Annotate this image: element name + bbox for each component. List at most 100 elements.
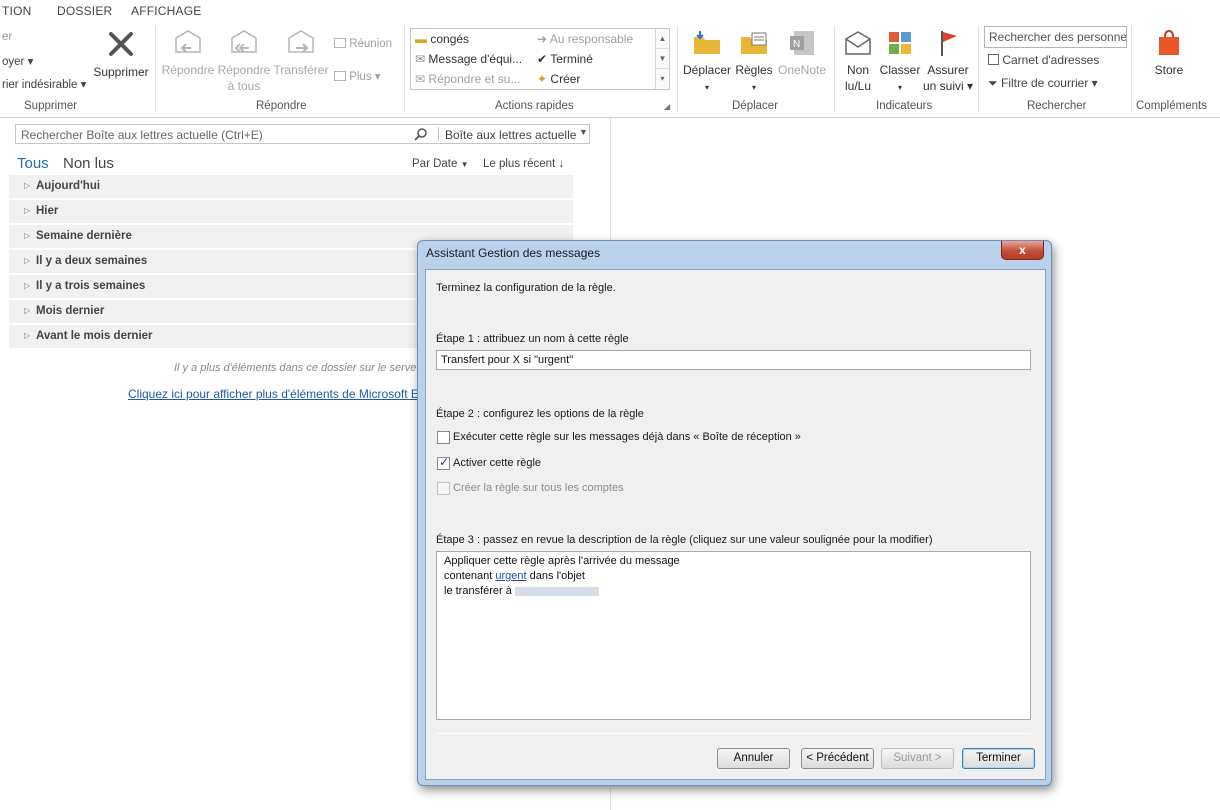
reply-icon [175, 30, 201, 53]
previous-button[interactable]: < Précédent [801, 748, 874, 769]
list-group-header[interactable]: ▷ Hier [9, 200, 573, 224]
address-book-icon [988, 54, 999, 65]
redacted-recipient[interactable] [514, 586, 599, 596]
envelope-icon [845, 31, 871, 55]
step2-label: Étape 2 : configurez les options de la r… [436, 408, 644, 420]
quickstep-reply-delete[interactable]: ✉ Répondre et su... [415, 72, 520, 86]
quickstep-create[interactable]: ✦ Créer [537, 72, 580, 86]
search-input[interactable]: Rechercher Boîte aux lettres actuelle (C… [21, 128, 263, 142]
unread-read-button[interactable]: Non lu/Lu [838, 28, 878, 94]
step1-label: Étape 1 : attribuez un nom à cette règle [436, 333, 629, 345]
chevron-down-icon: ▼ [460, 160, 469, 169]
quickstep-team-message[interactable]: ✉ Message d'équi... [415, 52, 522, 66]
svg-text:N: N [793, 39, 800, 50]
reply-all-button[interactable]: Répondre à tous [216, 28, 272, 94]
expand-triangle-icon: ▷ [24, 306, 31, 315]
sort-order-label: Le plus récent [483, 158, 556, 170]
dialog-intro: Terminez la configuration de la règle. [436, 282, 616, 294]
clean-up-button[interactable]: oyer ▾ [2, 54, 33, 68]
more-label: Plus [349, 71, 372, 83]
ribbon-separator [1131, 26, 1132, 112]
menu-item-dossier[interactable]: DOSSIER [57, 4, 112, 18]
junk-button[interactable]: rier indésirable ▾ [2, 77, 86, 91]
quickstep-create-label: Créer [550, 72, 581, 86]
scroll-down-icon[interactable]: ▼ [656, 49, 669, 69]
follow-up-button[interactable]: Assurer un suivi ▾ [922, 28, 974, 94]
more-icon [334, 71, 346, 81]
expand-triangle-icon: ▷ [24, 181, 31, 190]
quick-steps-scroll[interactable]: ▲ ▼ ▾ [655, 29, 669, 89]
ribbon-separator [834, 26, 835, 112]
expand-triangle-icon: ▷ [24, 206, 31, 215]
keyword-link[interactable]: urgent [495, 570, 526, 582]
expand-gallery-icon[interactable]: ▾ [656, 69, 669, 89]
rules-button[interactable]: Règles ▾ [733, 28, 775, 96]
rule-name-input[interactable]: Transfert pour X si "urgent" [436, 350, 1031, 370]
address-book-button[interactable]: Carnet d'adresses [988, 53, 1099, 67]
expand-triangle-icon: ▷ [24, 281, 31, 290]
finish-button[interactable]: Terminer [962, 748, 1035, 769]
enable-rule-label[interactable]: Activer cette règle [453, 457, 541, 469]
next-button[interactable]: Suivant > [881, 748, 954, 769]
delete-label: Supprimer [93, 65, 149, 79]
description-text: le transférer à [444, 585, 512, 597]
filter-mail-button[interactable]: ⏷ Filtre de courrier ▾ [988, 76, 1098, 91]
sort-by-dropdown[interactable]: Par Date ▼ [412, 158, 469, 170]
more-button[interactable]: Plus ▾ [334, 69, 381, 83]
unread-label-1: Non [846, 63, 869, 77]
description-line: Appliquer cette règle après l'arrivée du… [444, 555, 680, 567]
search-people-input[interactable]: Rechercher des personnes [984, 26, 1127, 48]
quickstep-to-manager[interactable]: ➜ Au responsable [537, 32, 633, 46]
categorize-button[interactable]: Classer ▾ [878, 28, 922, 96]
all-accounts-label[interactable]: Créer la règle sur tous les comptes [453, 482, 624, 494]
description-text: contenant [444, 570, 493, 582]
flag-icon [941, 31, 957, 56]
show-more-link[interactable]: Cliquez ici pour afficher plus d'élément… [128, 387, 425, 401]
scroll-up-icon[interactable]: ▲ [656, 29, 669, 49]
reply-button[interactable]: Répondre [160, 28, 216, 78]
menu-item-affichage[interactable]: AFFICHAGE [131, 4, 201, 18]
menu-bar: TION DOSSIER AFFICHAGE [0, 0, 1220, 22]
categorize-dropdown-icon: ▾ [897, 83, 902, 92]
forward-button[interactable]: Transférer [272, 28, 330, 78]
quickstep-reply-delete-label: Répondre et su... [428, 72, 521, 86]
filter-all-tab[interactable]: Tous [17, 155, 49, 172]
sort-by-label: Par Date [412, 158, 458, 170]
description-line: contenant urgent dans l'objet [444, 570, 585, 582]
enable-rule-checkbox[interactable]: ✓ [437, 455, 450, 470]
ignore-button[interactable]: er [2, 31, 12, 43]
list-group-header[interactable]: ▷ Aujourd'hui [9, 175, 573, 199]
close-button[interactable]: x [1001, 241, 1044, 260]
rules-icon [741, 32, 767, 54]
onenote-button[interactable]: N OneNote [775, 28, 829, 78]
delete-group-label: Supprimer [24, 100, 78, 112]
reply-delete-icon: ✉ [415, 72, 426, 86]
quickstep-done[interactable]: ✔ Terminé [537, 52, 593, 66]
mailbox-search[interactable]: Rechercher Boîte aux lettres actuelle (C… [15, 124, 590, 144]
run-now-label[interactable]: Exécuter cette règle sur les messages dé… [453, 431, 801, 443]
dialog-launcher-icon[interactable]: ◢ [664, 102, 670, 111]
search-scope-dropdown[interactable]: Boîte aux lettres actuelle [445, 128, 576, 142]
quickstep-conges[interactable]: ▬ congés [415, 32, 469, 46]
mail-icon: ✉ [415, 52, 426, 66]
all-accounts-checkbox[interactable] [437, 482, 450, 495]
sort-order-toggle[interactable]: Le plus récent ↓ [483, 158, 564, 170]
close-icon: x [1019, 243, 1026, 257]
follow-up-label-2: un suivi [922, 79, 964, 93]
list-group-label: Il y a trois semaines [36, 280, 146, 292]
search-icon[interactable] [414, 127, 428, 141]
move-button[interactable]: Déplacer ▾ [682, 28, 732, 96]
find-group-label: Rechercher [1027, 100, 1087, 112]
store-button[interactable]: Store [1145, 28, 1193, 78]
delete-button[interactable]: Supprimer [90, 28, 152, 80]
cancel-button[interactable]: Annuler [717, 748, 790, 769]
store-bag-icon [1159, 29, 1179, 55]
menu-item-reception[interactable]: TION [2, 4, 31, 18]
chevron-down-icon[interactable]: ▼ [579, 127, 588, 137]
categorize-icon [889, 32, 911, 54]
run-now-checkbox[interactable] [437, 431, 450, 444]
filter-unread-tab[interactable]: Non lus [63, 155, 114, 172]
reply-group-label: Répondre [256, 100, 307, 112]
meeting-button[interactable]: Réunion [334, 38, 392, 50]
follow-up-label-1: Assurer [927, 63, 969, 77]
